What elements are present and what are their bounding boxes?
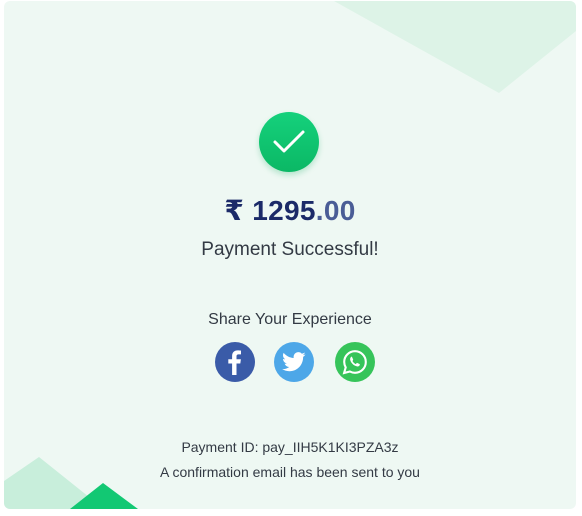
share-whatsapp-button[interactable]	[335, 342, 375, 382]
payment-id-value: pay_IIH5K1KI3PZA3z	[262, 439, 399, 455]
facebook-icon	[228, 350, 241, 375]
checkmark-icon	[273, 130, 305, 153]
success-check-badge	[259, 112, 319, 172]
whatsapp-icon	[342, 350, 367, 375]
share-facebook-button[interactable]	[215, 342, 255, 382]
payment-id: Payment ID: pay_IIH5K1KI3PZA3z	[4, 439, 576, 455]
amount-paise: .00	[315, 195, 356, 226]
top-right-shape	[334, 1, 576, 93]
payment-status-text: Payment Successful!	[201, 239, 379, 260]
twitter-icon	[282, 352, 306, 372]
payment-success-card: ₹ 1295.00 Payment Successful! Share Your…	[4, 1, 576, 509]
amount-main: 1295	[252, 195, 316, 226]
payment-amount: ₹ 1295.00	[4, 194, 576, 227]
share-title: Share Your Experience	[208, 311, 372, 328]
confirmation-message: A confirmation email has been sent to yo…	[160, 464, 420, 480]
payment-id-label: Payment ID:	[181, 439, 259, 455]
share-twitter-button[interactable]	[274, 342, 314, 382]
currency-symbol: ₹	[224, 195, 245, 226]
